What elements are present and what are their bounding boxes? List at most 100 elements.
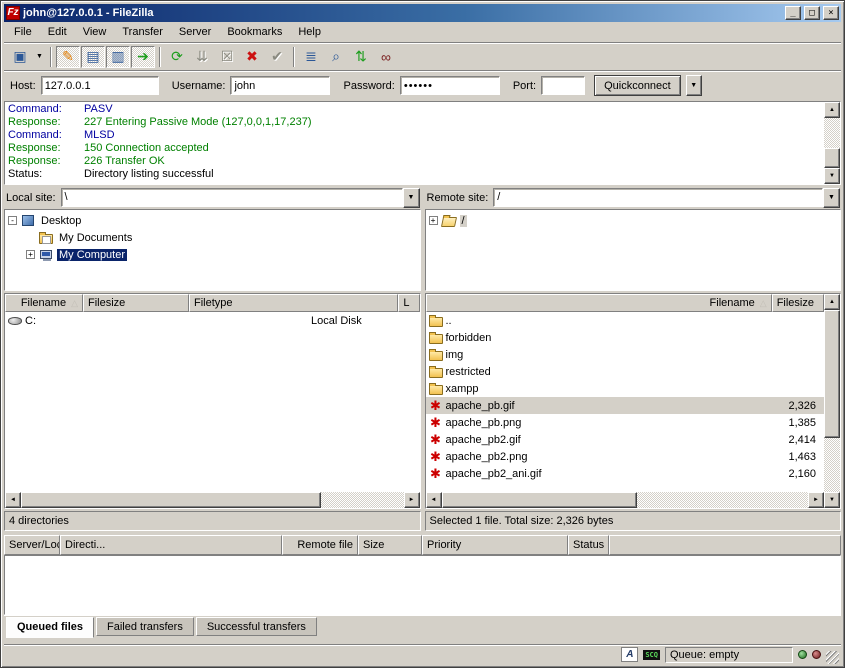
tab-queued-files[interactable]: Queued files <box>6 617 94 638</box>
remote-vscroll-track[interactable] <box>824 310 840 492</box>
tab-successful-transfers[interactable]: Successful transfers <box>196 617 317 636</box>
local-hscroll-thumb[interactable] <box>21 492 321 508</box>
queue-column-header[interactable]: Size <box>358 535 422 555</box>
local-site-label: Local site: <box>4 192 56 204</box>
maximize-button[interactable]: □ <box>804 6 820 20</box>
file-row-restricted[interactable]: restricted <box>426 363 825 380</box>
queue-column-header[interactable]: Remote file <box>282 535 358 555</box>
local-hscroll-track[interactable] <box>21 492 404 508</box>
tree-expander[interactable]: + <box>26 250 35 259</box>
quickconnect-dropdown[interactable]: ▼ <box>686 75 702 96</box>
refresh-button[interactable]: ⟳ <box>165 46 189 68</box>
queue-column-header[interactable]: Priority <box>422 535 568 555</box>
scroll-right-icon[interactable]: ► <box>808 492 824 508</box>
file-row-apache-pb-gif[interactable]: apache_pb.gif 2,326 <box>426 397 825 414</box>
scroll-left-icon[interactable]: ◄ <box>5 492 21 508</box>
menu-item[interactable]: Edit <box>40 23 75 41</box>
remote-site-path[interactable]: / <box>493 188 823 207</box>
remote-horizontal-scrollbar[interactable]: ◄ ► <box>426 492 825 508</box>
queue-column-header[interactable]: Status <box>568 535 609 555</box>
remote-site-combo[interactable]: / ▼ <box>493 188 840 208</box>
toggle-message-log-button[interactable]: ✎ <box>56 46 80 68</box>
file-row-c-drive[interactable]: C: Local Disk <box>5 312 420 329</box>
tab-failed-transfers[interactable]: Failed transfers <box>96 617 194 636</box>
scq-indicator-icon[interactable]: SCQ <box>643 650 660 660</box>
host-input[interactable] <box>41 76 159 95</box>
ascii-transfer-type-icon[interactable]: A <box>621 647 638 662</box>
verify-button[interactable]: ✔ <box>265 46 289 68</box>
menu-item[interactable]: Bookmarks <box>219 23 290 41</box>
tree-item-desktop[interactable]: - Desktop <box>8 212 420 229</box>
resize-grip[interactable] <box>826 651 839 664</box>
led-green-icon <box>798 650 807 659</box>
minimize-button[interactable]: _ <box>785 6 801 20</box>
queue-column-header[interactable]: Directi... <box>60 535 282 555</box>
remote-list-header: Filename△Filesize <box>426 294 825 312</box>
file-row-apache-pb2-png[interactable]: apache_pb2.png 1,463 <box>426 448 825 465</box>
local-site-dropdown[interactable]: ▼ <box>403 188 420 208</box>
queue-header: Server/Local fileDirecti...Remote fileSi… <box>4 535 841 555</box>
local-site-combo[interactable]: \ ▼ <box>61 188 420 208</box>
file-row-apache-pb2-gif[interactable]: apache_pb2.gif 2,414 <box>426 431 825 448</box>
directory-comparison-button[interactable]: ≣ <box>299 46 323 68</box>
column-header[interactable]: L <box>398 294 419 312</box>
tree-item-my-computer[interactable]: + My Computer <box>26 246 420 263</box>
remote-vscroll-thumb[interactable] <box>824 310 840 438</box>
file-row-forbidden[interactable]: forbidden <box>426 329 825 346</box>
quickconnect-button[interactable]: Quickconnect <box>594 75 681 96</box>
log-scroll-thumb[interactable] <box>824 148 840 168</box>
menu-item[interactable]: Help <box>290 23 329 41</box>
column-header[interactable]: Filesize <box>83 294 189 312</box>
password-input[interactable] <box>400 76 500 95</box>
remote-hscroll-thumb[interactable] <box>442 492 637 508</box>
file-row-apache-pb2-ani-gif[interactable]: apache_pb2_ani.gif 2,160 <box>426 465 825 482</box>
scroll-down-icon[interactable]: ▼ <box>824 168 840 184</box>
log-scroll-track[interactable] <box>824 118 840 168</box>
tree-item-my-documents[interactable]: My Documents <box>26 229 420 246</box>
menu-item[interactable]: Server <box>171 23 219 41</box>
local-horizontal-scrollbar[interactable]: ◄ ► <box>5 492 420 508</box>
toggle-local-tree-button[interactable]: ▤ <box>81 46 105 68</box>
toggle-remote-tree-button[interactable]: ▥ <box>106 46 130 68</box>
port-input[interactable] <box>541 76 585 95</box>
menu-bar: FileEditViewTransferServerBookmarksHelp <box>4 22 841 42</box>
scroll-left-icon[interactable]: ◄ <box>426 492 442 508</box>
tree-expander[interactable]: + <box>429 216 438 225</box>
column-header[interactable]: Filetype <box>189 294 398 312</box>
local-site-path[interactable]: \ <box>61 188 403 207</box>
toggle-queue-button[interactable]: ➔ <box>131 46 155 68</box>
remote-site-dropdown[interactable]: ▼ <box>823 188 840 208</box>
scroll-up-icon[interactable]: ▲ <box>824 102 840 118</box>
scroll-down-icon[interactable]: ▼ <box>824 492 840 508</box>
process-queue-button[interactable]: ⇊ <box>190 46 214 68</box>
site-manager-button[interactable]: ▣ <box>8 46 32 68</box>
file-row-xampp[interactable]: xampp <box>426 380 825 397</box>
menu-item[interactable]: File <box>6 23 40 41</box>
column-header[interactable]: Filesize <box>772 294 824 312</box>
file-row-apache-pb-png[interactable]: apache_pb.png 1,385 <box>426 414 825 431</box>
disconnect-button[interactable]: ✖ <box>240 46 264 68</box>
menu-item[interactable]: View <box>75 23 115 41</box>
site-manager-dropdown[interactable]: ▼ <box>33 46 46 68</box>
close-button[interactable]: × <box>823 6 839 20</box>
filter-button[interactable]: ⌕ <box>324 46 348 68</box>
scroll-right-icon[interactable]: ► <box>404 492 420 508</box>
remote-vertical-scrollbar[interactable]: ▲ ▼ <box>824 294 840 508</box>
synchronized-browsing-button[interactable]: ⇅ <box>349 46 373 68</box>
remote-hscroll-track[interactable] <box>442 492 809 508</box>
folder-icon <box>428 382 444 396</box>
scroll-up-icon[interactable]: ▲ <box>824 294 840 310</box>
file-row-img[interactable]: img <box>426 346 825 363</box>
column-header[interactable]: Filename△ <box>426 294 772 312</box>
search-button[interactable]: ∞ <box>374 46 398 68</box>
tree-expander[interactable]: - <box>8 216 17 225</box>
queue-list[interactable] <box>4 555 841 615</box>
cancel-operation-button[interactable]: ☒ <box>215 46 239 68</box>
menu-item[interactable]: Transfer <box>114 23 171 41</box>
column-header[interactable]: Filename△ <box>5 294 83 312</box>
username-input[interactable] <box>230 76 330 95</box>
log-scrollbar[interactable]: ▲ ▼ <box>824 102 840 184</box>
file-row-parent-dir[interactable]: .. <box>426 312 825 329</box>
queue-column-header[interactable]: Server/Local file <box>4 535 60 555</box>
tree-item-root[interactable]: + / <box>429 212 841 229</box>
